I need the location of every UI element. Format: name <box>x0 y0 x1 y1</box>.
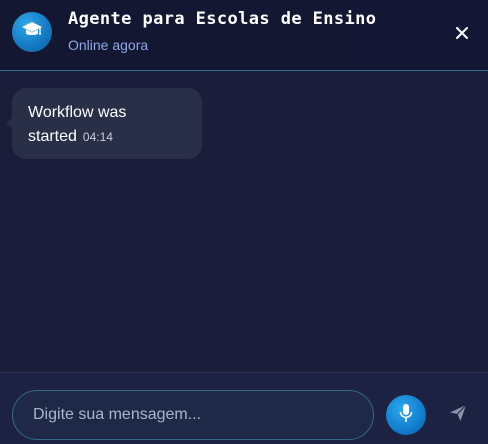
message-list: Workflow was started 04:14 <box>0 72 488 372</box>
avatar <box>12 12 52 52</box>
message-time: 04:14 <box>82 130 113 144</box>
graduation-cap-icon <box>21 21 43 43</box>
page-title: Agente para Escolas de Ensino <box>68 9 377 29</box>
message-input[interactable] <box>12 390 374 440</box>
send-button[interactable] <box>446 403 470 427</box>
online-status: Online agora <box>68 37 149 53</box>
send-icon <box>448 403 468 427</box>
chat-window: Agente para Escolas de Ensino Online ago… <box>0 0 488 444</box>
chat-header: Agente para Escolas de Ensino Online ago… <box>0 0 488 71</box>
close-icon <box>456 24 468 43</box>
composer-bar <box>0 372 488 444</box>
microphone-button[interactable] <box>386 395 426 435</box>
close-button[interactable] <box>452 23 472 43</box>
microphone-icon <box>399 403 413 427</box>
message-bubble: Workflow was started 04:14 <box>6 88 202 159</box>
